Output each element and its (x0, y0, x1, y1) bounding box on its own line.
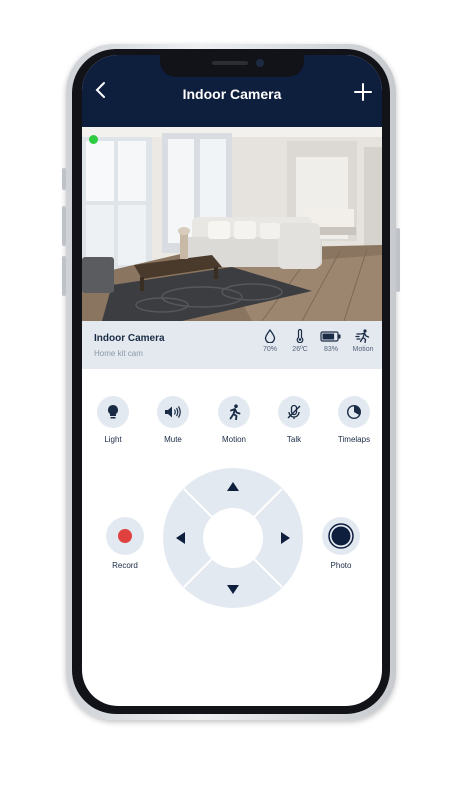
photo-control[interactable]: Photo (311, 517, 371, 570)
mic-off-icon (287, 404, 301, 419)
speaker-icon (165, 406, 181, 418)
light-label: Light (104, 435, 122, 444)
timelapse-label: Timelaps (337, 435, 371, 444)
control-mute[interactable]: Mute (148, 396, 198, 444)
earpiece (212, 61, 248, 65)
live-status-indicator (89, 135, 98, 144)
pan-tilt-dpad (162, 467, 304, 609)
control-timelapse[interactable]: Timelaps (329, 396, 379, 444)
camera-subtitle: Home kit cam (94, 349, 143, 358)
add-button[interactable] (354, 79, 372, 105)
plus-icon (354, 83, 372, 101)
light-button[interactable] (97, 396, 129, 428)
stat-temperature: 26ºC (285, 329, 315, 353)
talk-label: Talk (286, 435, 302, 444)
living-room-image (82, 127, 382, 321)
mute-button[interactable] (157, 396, 189, 428)
motion-runner-icon (355, 329, 370, 343)
control-motion[interactable]: Motion (209, 396, 259, 444)
lightbulb-icon (108, 405, 118, 419)
stat-humidity: 70% (255, 329, 285, 353)
timelapse-button[interactable] (338, 396, 370, 428)
shutter-icon (328, 523, 354, 549)
temperature-value: 26ºC (292, 346, 308, 353)
record-label: Record (112, 561, 138, 570)
phone-notch (160, 55, 304, 77)
volume-up-button (62, 206, 66, 246)
record-button[interactable] (106, 517, 144, 555)
runner-icon (229, 404, 241, 420)
timelapse-icon (346, 404, 362, 420)
camera-info-bar: Indoor Camera Home kit cam 70% 26ºC 83% (82, 321, 382, 369)
motion-button[interactable] (218, 396, 250, 428)
camera-live-feed[interactable] (82, 127, 382, 321)
page-title: Indoor Camera (182, 86, 282, 102)
volume-down-button (62, 256, 66, 296)
battery-value: 83% (323, 346, 338, 353)
app-screen: Indoor Camera Indoor Camera Home kit cam… (82, 55, 382, 706)
stat-motion: Motion (348, 329, 378, 353)
motion-value: Motion (352, 346, 374, 353)
motion-label: Motion (221, 435, 246, 444)
photo-label: Photo (330, 561, 352, 570)
humidity-value: 70% (262, 346, 277, 353)
thermometer-icon (296, 329, 304, 343)
control-light[interactable]: Light (88, 396, 138, 444)
talk-button[interactable] (278, 396, 310, 428)
record-control[interactable]: Record (95, 517, 155, 570)
record-dot-icon (118, 529, 132, 543)
camera-name: Indoor Camera (94, 333, 165, 344)
battery-icon (320, 331, 341, 342)
stat-battery: 83% (316, 329, 346, 353)
control-talk[interactable]: Talk (269, 396, 319, 444)
front-camera (256, 59, 264, 67)
mute-label: Mute (164, 435, 182, 444)
silent-switch (62, 168, 66, 190)
power-button (396, 228, 400, 292)
humidity-drop-icon (264, 329, 276, 343)
photo-button[interactable] (322, 517, 360, 555)
